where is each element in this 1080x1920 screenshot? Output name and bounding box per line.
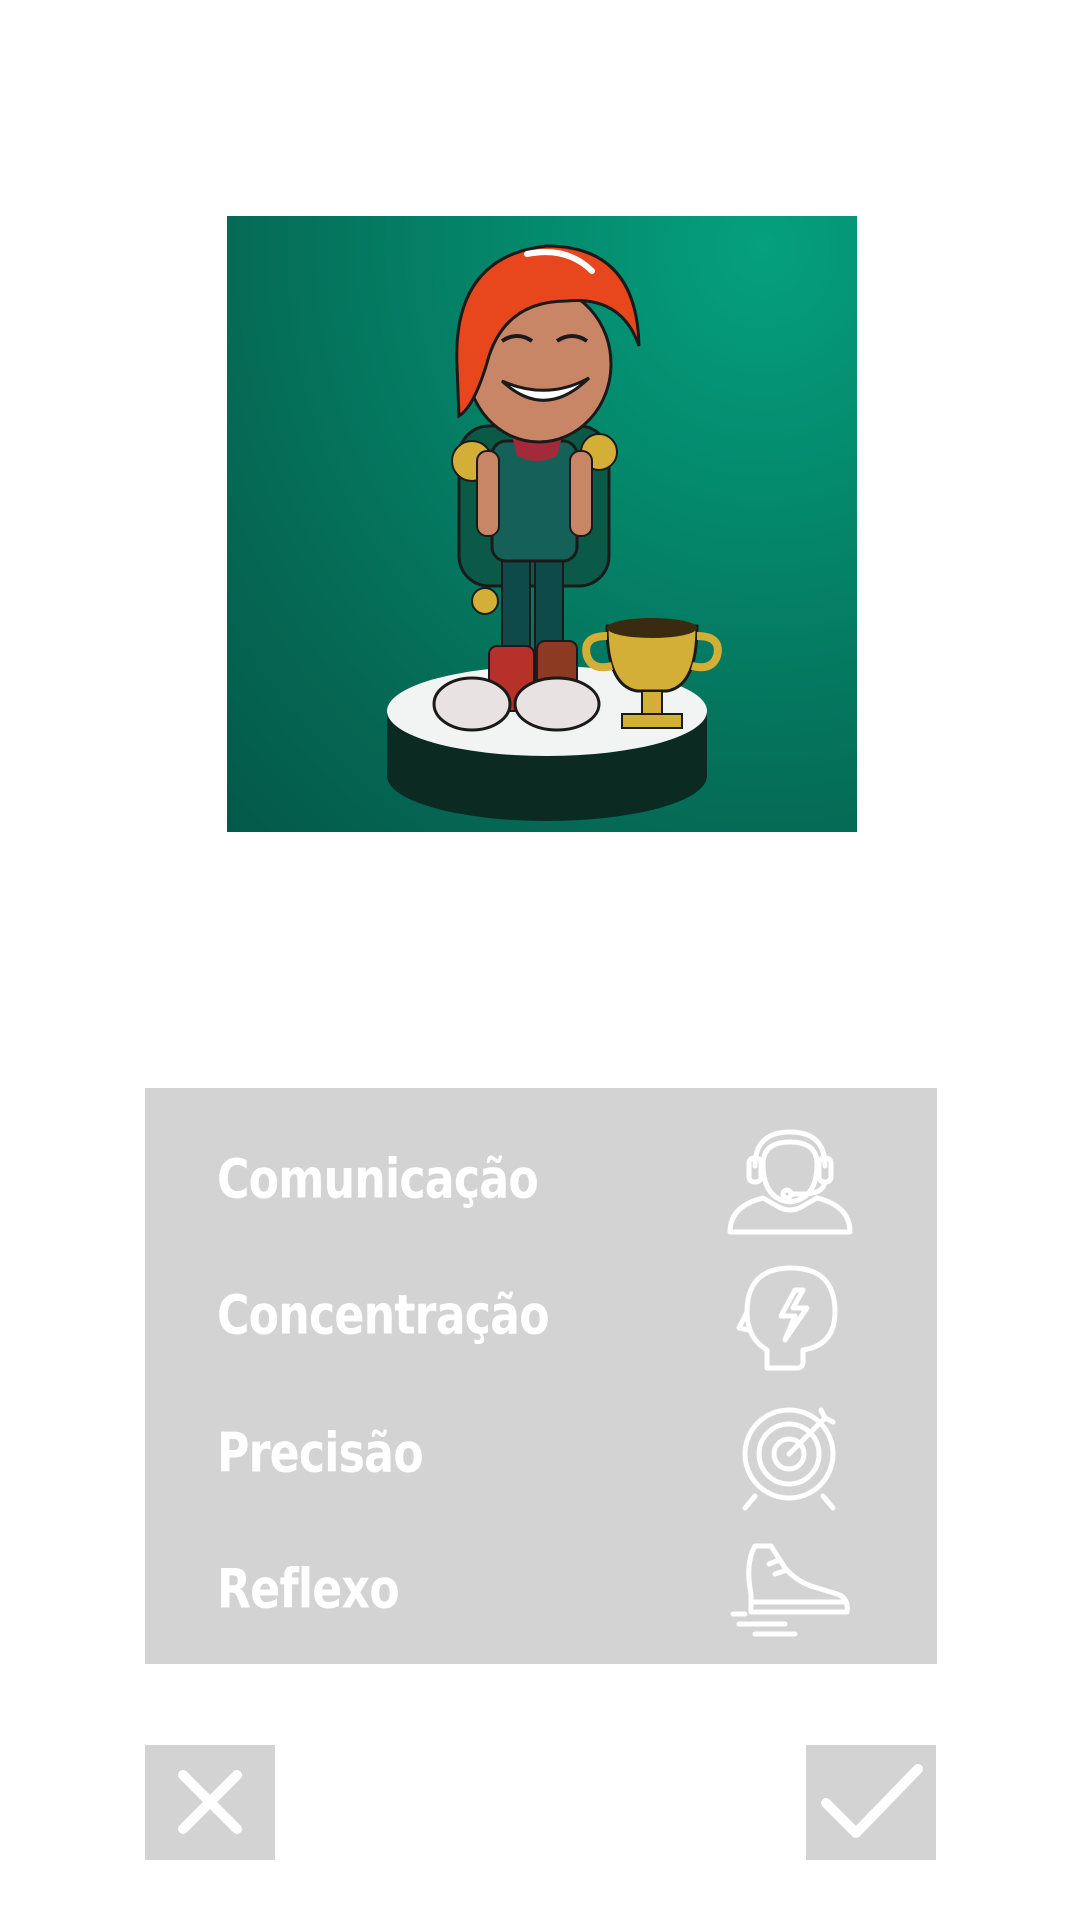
skill-label: Reflexo (217, 1557, 400, 1621)
skill-row-reflexo: Reflexo (145, 1524, 937, 1654)
headset-person-icon (725, 1114, 855, 1244)
skill-row-comunicacao: Comunicação (145, 1114, 937, 1244)
cancel-button[interactable] (145, 1745, 275, 1860)
close-icon (178, 1770, 242, 1834)
skill-label: Comunicação (217, 1147, 539, 1211)
skills-panel: Comunicação Concentração Precisão Reflex… (145, 1088, 937, 1664)
skill-label: Precisão (217, 1421, 424, 1485)
head-lightning-icon (725, 1250, 855, 1380)
running-shoe-icon (725, 1524, 855, 1654)
character-image (227, 216, 857, 832)
skill-row-concentracao: Concentração (145, 1250, 937, 1380)
checkmark-icon (821, 1764, 923, 1838)
character-illustration (387, 244, 722, 821)
confirm-button[interactable] (806, 1745, 936, 1860)
skill-row-precisao: Precisão (145, 1388, 937, 1518)
skill-label: Concentração (217, 1283, 550, 1347)
target-icon (725, 1388, 855, 1518)
